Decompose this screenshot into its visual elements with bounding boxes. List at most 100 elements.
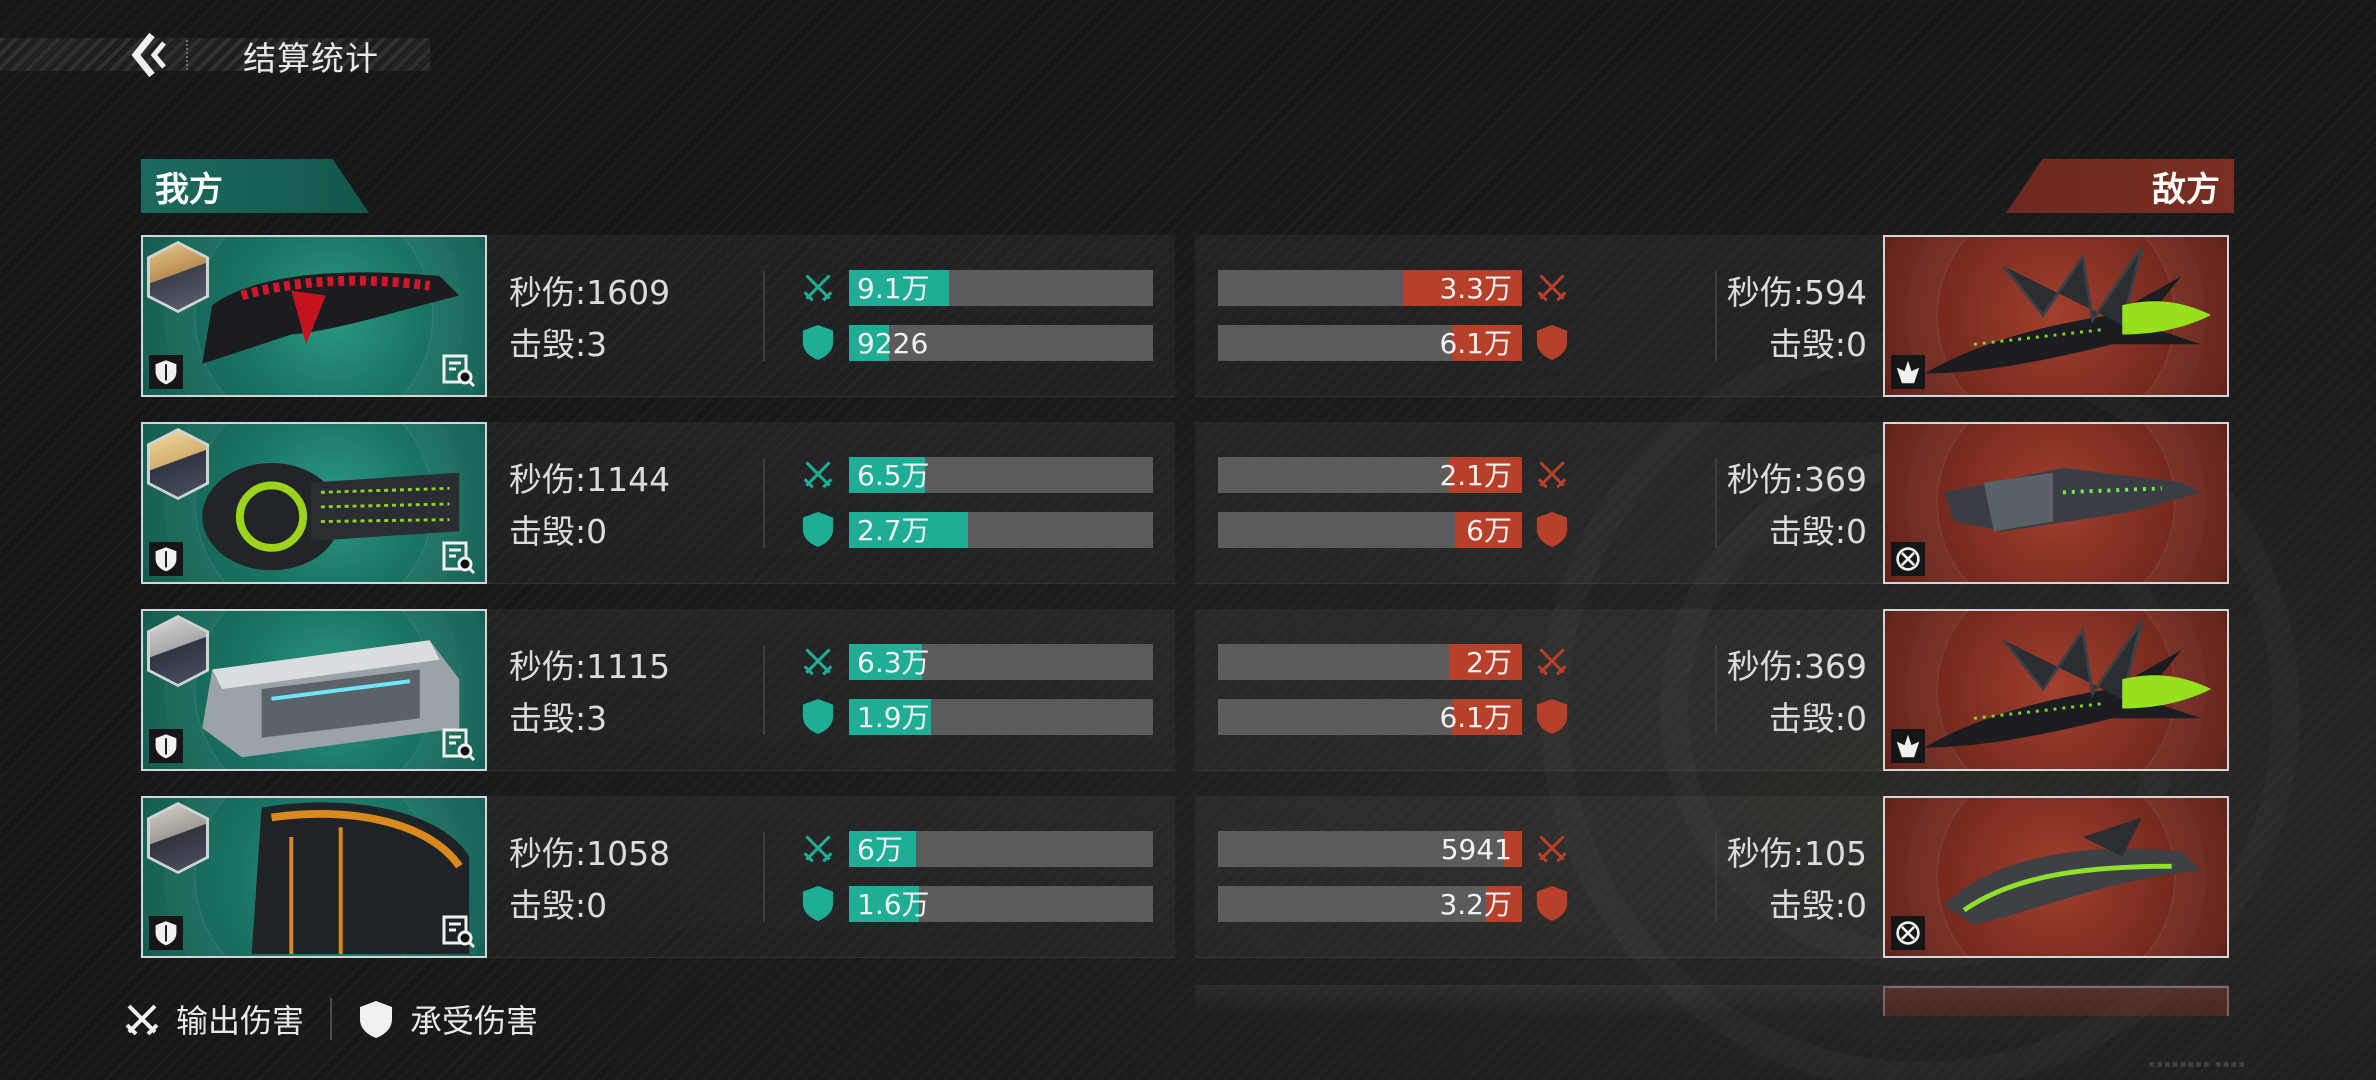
stats-separator [763,645,765,735]
stats-separator [1715,645,1717,735]
crossed-swords-icon [1537,835,1567,863]
dps-text: 秒伤:1058 [509,834,671,873]
legend-output: 输出伤害 [124,996,304,1042]
detail-search-icon [442,354,476,388]
taken-icon-wrap [1533,323,1571,361]
taken-bar: 9226 [849,325,1153,361]
detail-button[interactable] [441,727,477,763]
output-bar: 6.5万 [849,457,1153,493]
taken-bar: 1.6万 [849,886,1153,922]
taken-bar: 1.9万 [849,699,1153,735]
enemy-ship-card[interactable] [1883,796,2229,958]
output-bar: 6万 [849,831,1153,867]
shield-icon [1536,699,1568,734]
output-bar-row: 2.1万 [1195,455,1595,493]
pilot-portrait [150,618,206,684]
taken-icon-wrap [799,323,837,361]
shield-icon [802,325,834,360]
shield-icon [802,512,834,547]
taken-icon-wrap [1533,697,1571,735]
ship-class-badge [1891,729,1925,763]
enemy-ship-image [1924,245,2212,374]
rank-icon [1896,734,1920,758]
pilot-portrait [150,805,206,871]
enemy-ship-image [1944,467,2202,532]
shield-badge-icon [155,734,177,759]
dps-text: 秒伤:594 [1726,273,1867,312]
page-title: 结算统计 [243,39,379,78]
ally-stats: 秒伤:1058 击毁:0 [509,828,670,932]
legend-taken: 承受伤害 [358,996,538,1042]
enemy-ship-image [1924,619,2212,748]
kills-text: 击毁:0 [1768,512,1867,551]
dps-text: 秒伤:1609 [509,273,671,312]
taken-bar-row: 3.2万 [1195,884,1595,922]
dps-text: 秒伤:1144 [509,460,671,499]
ally-ship-card[interactable] [141,796,487,958]
output-bar: 9.1万 [849,270,1153,306]
taken-value: 6.1万 [1439,327,1512,360]
shield-badge-icon [155,547,177,572]
enemy-stats: 秒伤:369 击毁:0 [1727,641,1867,745]
taken-value: 2.7万 [857,514,930,547]
taken-icon-wrap [799,697,837,735]
detail-button[interactable] [441,540,477,576]
taken-value: 6万 [1466,514,1512,547]
enemy-ship-card[interactable] [1883,422,2229,584]
kills-text: 击毁:0 [1768,325,1867,364]
enemy-stats: 秒伤:594 击毁:0 [1727,267,1867,371]
taken-bar: 6万 [1218,512,1522,548]
ship-class-badge [149,355,183,389]
enemy-ship-card[interactable] [1883,235,2229,397]
pilot-portrait [150,244,206,310]
dps-text: 秒伤:105 [1726,834,1867,873]
output-bar-row: 2万 [1195,642,1595,680]
shield-icon [802,699,834,734]
taken-bar: 3.2万 [1218,886,1522,922]
crossed-swords-icon [1537,461,1567,489]
ally-ship-card[interactable] [141,422,487,584]
shield-icon [1536,886,1568,921]
output-icon-wrap [799,268,837,306]
dps-text: 秒伤:369 [1726,460,1867,499]
taken-value: 3.2万 [1439,888,1512,921]
crossed-swords-icon [1537,274,1567,302]
output-icon-wrap [799,829,837,867]
taken-icon-wrap [799,510,837,548]
kills-text: 击毁:3 [509,325,608,364]
ship-class-badge [149,542,183,576]
output-value: 2万 [1466,646,1512,679]
output-icon-wrap [1533,455,1571,493]
taken-bar: 6.1万 [1218,325,1522,361]
output-bar-row: 5941 [1195,829,1595,867]
ally-row: 秒伤:1058 击毁:0 6万 1.6万 [141,796,1175,958]
legend-taken-label: 承受伤害 [410,1002,539,1040]
shield-badge-icon [155,921,177,946]
stats-separator [763,832,765,922]
shield-icon [1536,325,1568,360]
enemy-row: 3.3万 6.1万 秒伤:594 击毁:0 [1195,235,2229,397]
enemy-ship-card[interactable] [1883,609,2229,771]
enemy-row: 2万 6.1万 秒伤:369 击毁:0 [1195,609,2229,771]
output-value: 6.5万 [857,459,930,492]
enemy-side-tab: 敌方 [2006,159,2234,213]
ally-ship-card[interactable] [141,235,487,397]
taken-bar: 2.7万 [849,512,1153,548]
output-icon-wrap [799,642,837,680]
stats-separator [763,271,765,361]
enemy-ship-image [1944,817,2202,925]
detail-search-icon [442,728,476,762]
rank-icon [1896,360,1920,384]
output-icon-wrap [1533,268,1571,306]
taken-icon-wrap [1533,884,1571,922]
back-arrow-icon [131,32,166,78]
shield-icon [360,1001,393,1038]
enemy-stats: 秒伤:105 击毁:0 [1727,828,1867,932]
ally-ship-card[interactable] [141,609,487,771]
detail-button[interactable] [441,353,477,389]
back-button[interactable] [128,30,172,80]
crossed-swords-icon [1537,648,1567,676]
output-bar-row: 3.3万 [1195,268,1595,306]
output-value: 2.1万 [1439,459,1512,492]
detail-button[interactable] [441,914,477,950]
